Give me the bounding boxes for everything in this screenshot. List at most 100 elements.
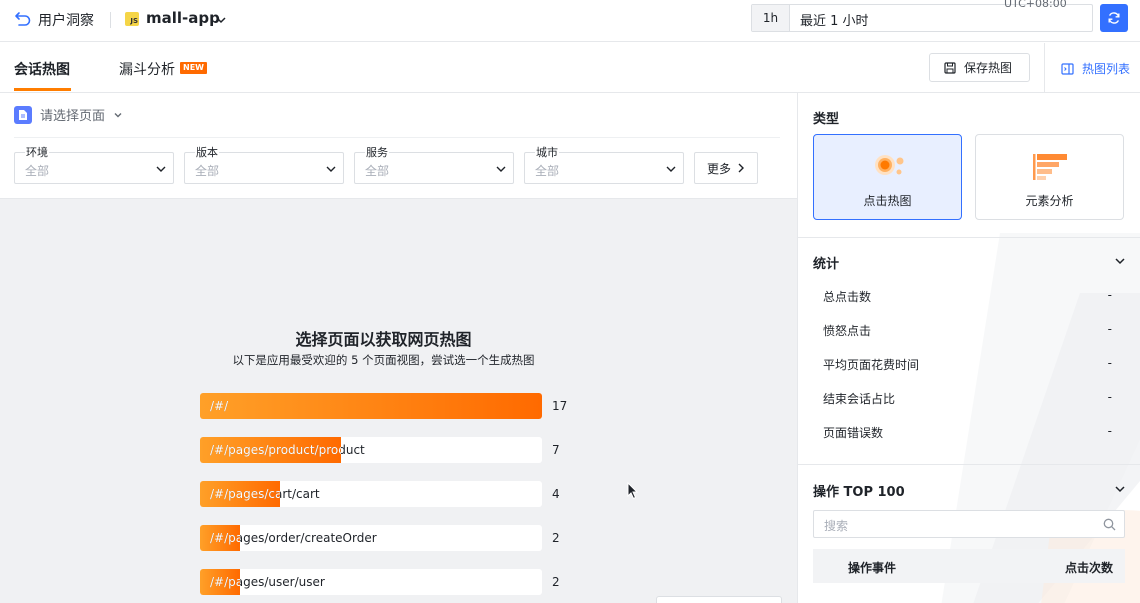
tabs-row: 会话热图 漏斗分析 NEW 保存热图 热图列表 [0,43,1140,93]
panel-toggle-icon [1061,62,1074,75]
section-divider [798,237,1140,238]
tabs-separator [1044,43,1045,93]
stats-section-title: 统计 [813,257,840,272]
stat-label: 平均页面花费时间 [823,358,920,372]
page-path-label-overlay: /#/ [210,399,229,413]
ops-section-title: 操作 TOP 100 [813,485,905,500]
refresh-icon [1108,12,1120,24]
chevron-down-icon [156,166,166,172]
more-filters-button[interactable]: 更多 [694,152,758,184]
top-page-row[interactable]: /#//#/ 17 [200,393,600,419]
chevron-down-icon[interactable] [215,14,227,26]
stat-value: - [1107,390,1112,404]
page-view-count: 4 [552,487,560,501]
refresh-button[interactable] [1100,4,1128,32]
filter-service[interactable]: 服务 全部 [354,147,514,184]
type-click-heatmap[interactable]: 点击热图 [813,134,962,220]
save-icon [944,61,956,74]
heatmap-list-label: 热图列表 [1082,62,1131,76]
bar-track: /#/pages/product/product/#/pages/product… [200,437,542,463]
active-tab-indicator [14,88,71,91]
stat-label: 结束会话占比 [823,392,896,406]
filter-value: 全部 [535,164,560,178]
tab-funnel-analysis[interactable]: 漏斗分析 [119,59,175,79]
page-path-label-overlay: /#/pages/cart/cart [210,487,280,501]
empty-state-subtitle: 以下是应用最受欢迎的 5 个页面视图，尝试选一个生成热图 [232,353,535,367]
chevron-down-icon[interactable] [1114,255,1126,267]
project-name[interactable]: mall-app [146,9,220,27]
filter-divider [14,137,780,138]
bar-track: /#/pages/order/createOrder/#/pages/order… [200,525,542,551]
top-bar: 用户洞察 JS mall-app 1h 最近 1 小时 UTC+08:00 [0,0,1140,42]
filter-value: 全部 [365,164,390,178]
js-project-icon: JS [125,12,139,26]
top-page-row[interactable]: /#/pages/user/user/#/pages/user/user 2 [200,569,600,595]
page-view-count: 2 [552,575,560,589]
empty-state-title: 选择页面以获取网页热图 [295,330,472,349]
chevron-down-icon[interactable] [1114,483,1126,495]
bar-track: /#/pages/user/user/#/pages/user/user [200,569,542,595]
app-name[interactable]: 用户洞察 [38,10,94,30]
new-badge: NEW [180,62,207,74]
type-label: 元素分析 [1025,194,1074,208]
filter-label: 环境 [25,146,49,159]
stat-value: - [1107,322,1112,336]
stat-value: - [1107,424,1112,438]
page-path-label-overlay: /#/pages/order/createOrder [210,531,240,545]
timezone-label: UTC+08:00 [1004,0,1067,10]
stat-label: 愤怒点击 [823,324,872,338]
chevron-down-icon [496,166,506,172]
top-page-row[interactable]: /#/pages/order/createOrder/#/pages/order… [200,525,600,551]
stat-value: - [1107,288,1112,302]
chevron-down-icon [666,166,676,172]
right-panel: 类型 点击热图 元素分析 统计 总点击数 - 愤怒点击 - 平均页面花费时间 -… [797,93,1140,603]
type-section-title: 类型 [813,112,840,127]
device-toolbar[interactable] [656,596,782,603]
stat-label: 页面错误数 [823,426,884,440]
time-range-value: 最近 1 小时 [800,14,869,29]
filter-label: 城市 [535,146,559,159]
ops-search-input[interactable]: 搜索 [813,510,1125,538]
top-page-row[interactable]: /#/pages/cart/cart/#/pages/cart/cart 4 [200,481,600,507]
section-divider [798,464,1140,465]
heatmap-canvas-area: 选择页面以获取网页热图 以下是应用最受欢迎的 5 个页面视图，尝试选一个生成热图… [0,198,797,603]
save-heatmap-label: 保存热图 [964,61,1013,75]
filter-label: 服务 [365,146,389,159]
mouse-cursor-icon [627,482,639,500]
ops-table-header: 操作事件 点击次数 [813,549,1125,583]
stat-value: - [1107,356,1112,370]
page-path-label-overlay: /#/pages/user/user [210,575,240,589]
time-short-label[interactable]: 1h [752,5,790,31]
top-page-row[interactable]: /#/pages/product/product/#/pages/product… [200,437,600,463]
page-selector[interactable]: 请选择页面 [14,105,123,124]
page-path-label-overlay: /#/pages/product/product [210,443,341,457]
filter-value: 全部 [25,164,50,178]
page-icon [14,105,32,124]
column-header-event[interactable]: 操作事件 [848,559,896,576]
back-arrow-icon[interactable] [14,10,32,28]
type-element-analysis[interactable]: 元素分析 [975,134,1124,220]
click-heatmap-icon [875,155,904,175]
bar-track: /#//#/ [200,393,542,419]
page-view-count: 7 [552,443,560,457]
page-selector-placeholder: 请选择页面 [40,109,106,124]
header-separator [110,12,111,28]
chevron-down-icon [326,166,336,172]
filter-label: 版本 [195,146,219,159]
heatmap-list-link[interactable]: 热图列表 [1061,60,1130,77]
filter-city[interactable]: 城市 全部 [524,147,684,184]
more-filters-label: 更多 [706,161,731,176]
search-placeholder: 搜索 [824,519,849,533]
tab-session-heatmap[interactable]: 会话热图 [14,59,70,79]
chevron-right-icon [738,163,744,173]
element-analysis-icon [1033,154,1067,180]
filter-version[interactable]: 版本 全部 [184,147,344,184]
type-label: 点击热图 [863,194,912,208]
save-heatmap-button[interactable]: 保存热图 [929,53,1030,82]
chevron-down-icon [114,112,122,117]
bar-track: /#/pages/cart/cart/#/pages/cart/cart [200,481,542,507]
search-icon [1103,518,1116,531]
background-watermark [941,233,1140,603]
column-header-clicks[interactable]: 点击次数 [1065,559,1113,576]
filter-environment[interactable]: 环境 全部 [14,147,174,184]
